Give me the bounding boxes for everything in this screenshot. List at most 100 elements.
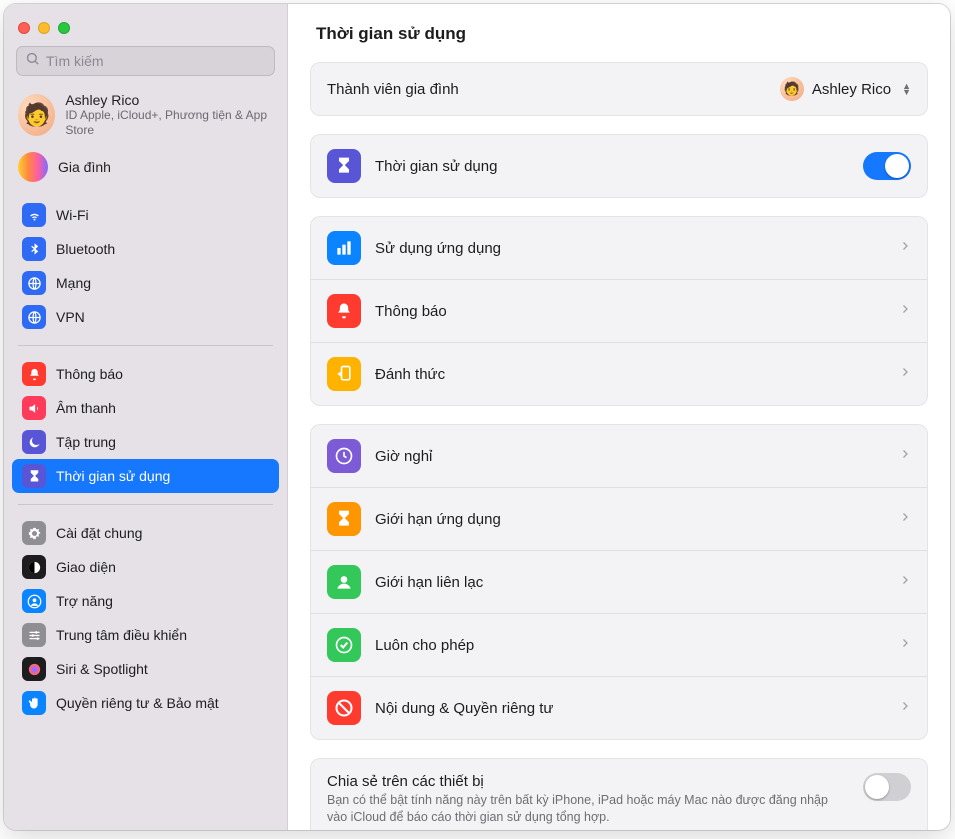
sidebar-item-appearance[interactable]: Giao diện (12, 550, 279, 584)
family-icon (18, 152, 48, 182)
sidebar-item-general[interactable]: Cài đặt chung (12, 516, 279, 550)
sidebar-item-label: Quyền riêng tư & Bảo mật (56, 695, 219, 711)
limits-section: Giờ nghỉ Giới hạn ứng dụng Giới hạn liên l… (310, 424, 928, 740)
sidebar-list: Wi-Fi Bluetooth Mạng VPN Thông báo Âm thanh Tậ… (4, 192, 287, 736)
zoom-icon[interactable] (58, 22, 70, 34)
window-controls (4, 12, 287, 42)
row-downtime[interactable]: Giờ nghỉ (311, 425, 927, 487)
avatar-icon: 🧑 (780, 77, 804, 101)
row-label: Sử dụng ứng dụng (375, 240, 885, 257)
row-pickups[interactable]: Đánh thức (311, 342, 927, 405)
screentime-toggle-row: Thời gian sử dụng (311, 135, 927, 197)
row-label: Giới hạn liên lạc (375, 574, 885, 591)
sidebar-item-label: Cài đặt chung (56, 525, 142, 541)
chevron-right-icon (899, 636, 911, 654)
system-settings-window: 🧑 Ashley Rico ID Apple, iCloud+, Phương … (4, 4, 950, 830)
person-icon (22, 589, 46, 613)
row-comm-limits[interactable]: Giới hạn liên lạc (311, 550, 927, 613)
row-app-limits[interactable]: Giới hạn ứng dụng (311, 487, 927, 550)
sliders-icon (22, 623, 46, 647)
share-description: Bạn có thể bật tính năng này trên bất kỳ… (327, 792, 849, 826)
hourglass-icon (327, 149, 361, 183)
sidebar-item-label: Thông báo (56, 366, 123, 382)
sidebar-item-bluetooth[interactable]: Bluetooth (12, 232, 279, 266)
globe-icon (22, 305, 46, 329)
bluetooth-icon (22, 237, 46, 261)
chevron-right-icon (899, 302, 911, 320)
share-across-devices-row: Chia sẻ trên các thiết bị Bạn có thể bật… (311, 759, 927, 830)
sidebar-item-label: Trung tâm điều khiển (56, 627, 187, 643)
sidebar-item-label: VPN (56, 309, 85, 325)
row-always-allow[interactable]: Luôn cho phép (311, 613, 927, 676)
bell-icon (22, 362, 46, 386)
content-pane: Thời gian sử dụng Thành viên gia đình 🧑 … (288, 4, 950, 830)
usage-section: Sử dụng ứng dụng Thông báo Đánh thức (310, 216, 928, 406)
sidebar-item-label: Thời gian sử dụng (56, 468, 170, 484)
avatar: 🧑 (18, 94, 55, 136)
pickup-icon (327, 357, 361, 391)
family-member-picker[interactable]: Thành viên gia đình 🧑 Ashley Rico ▲▼ (311, 63, 927, 115)
wifi-icon (22, 203, 46, 227)
row-notif[interactable]: Thông báo (311, 279, 927, 342)
sidebar-item-label: Trợ năng (56, 593, 113, 609)
sidebar-item-controlcenter[interactable]: Trung tâm điều khiển (12, 618, 279, 652)
row-label: Giờ nghỉ (375, 448, 885, 465)
row-label: Nội dung & Quyền riêng tư (375, 700, 885, 717)
clock-icon (327, 439, 361, 473)
sidebar-item-sound[interactable]: Âm thanh (12, 391, 279, 425)
contact-icon (327, 565, 361, 599)
sidebar-item-screentime[interactable]: Thời gian sử dụng (12, 459, 279, 493)
row-label: Thông báo (375, 303, 885, 320)
apple-id-account[interactable]: 🧑 Ashley Rico ID Apple, iCloud+, Phương … (4, 86, 287, 146)
sidebar-item-wifi[interactable]: Wi-Fi (12, 198, 279, 232)
row-label: Giới hạn ứng dụng (375, 511, 885, 528)
sidebar: 🧑 Ashley Rico ID Apple, iCloud+, Phương … (4, 4, 288, 830)
family-member-value: Ashley Rico (812, 81, 891, 98)
sidebar-item-family[interactable]: Gia đình (4, 146, 287, 192)
updown-icon: ▲▼ (902, 83, 911, 95)
sidebar-item-label: Giao diện (56, 559, 116, 575)
hourglass-icon (327, 502, 361, 536)
sidebar-item-notifications[interactable]: Thông báo (12, 357, 279, 391)
sidebar-item-label: Mạng (56, 275, 91, 291)
sidebar-item-siri[interactable]: Siri & Spotlight (12, 652, 279, 686)
screentime-toggle[interactable] (863, 152, 911, 180)
sidebar-item-label: Bluetooth (56, 241, 115, 257)
search-field[interactable] (16, 46, 275, 76)
sidebar-item-label: Wi-Fi (56, 207, 89, 223)
search-input[interactable] (46, 53, 266, 69)
row-label: Đánh thức (375, 366, 885, 383)
search-icon (25, 51, 40, 71)
sidebar-item-label: Tập trung (56, 434, 116, 450)
sidebar-item-label: Âm thanh (56, 400, 116, 416)
sidebar-item-network[interactable]: Mạng (12, 266, 279, 300)
sidebar-item-accessibility[interactable]: Trợ năng (12, 584, 279, 618)
close-icon[interactable] (18, 22, 30, 34)
minimize-icon[interactable] (38, 22, 50, 34)
sidebar-item-privacy[interactable]: Quyền riêng tư & Bảo mật (12, 686, 279, 720)
gear-icon (22, 521, 46, 545)
chevron-right-icon (899, 699, 911, 717)
globe-icon (22, 271, 46, 295)
row-label: Luôn cho phép (375, 637, 885, 654)
chevron-right-icon (899, 510, 911, 528)
bell-icon (327, 294, 361, 328)
chevron-right-icon (899, 447, 911, 465)
moon-icon (22, 430, 46, 454)
speaker-icon (22, 396, 46, 420)
sidebar-item-label: Siri & Spotlight (56, 661, 148, 677)
account-subtitle: ID Apple, iCloud+, Phương tiện & App Sto… (65, 108, 273, 138)
bars-icon (327, 231, 361, 265)
chevron-right-icon (899, 239, 911, 257)
row-content[interactable]: Nội dung & Quyền riêng tư (311, 676, 927, 739)
siri-icon (22, 657, 46, 681)
share-title: Chia sẻ trên các thiết bị (327, 773, 849, 790)
account-name: Ashley Rico (65, 92, 273, 108)
sidebar-item-vpn[interactable]: VPN (12, 300, 279, 334)
check-icon (327, 628, 361, 662)
family-label: Gia đình (58, 159, 111, 175)
nosign-icon (327, 691, 361, 725)
share-toggle[interactable] (863, 773, 911, 801)
sidebar-item-focus[interactable]: Tập trung (12, 425, 279, 459)
row-app-usage[interactable]: Sử dụng ứng dụng (311, 217, 927, 279)
